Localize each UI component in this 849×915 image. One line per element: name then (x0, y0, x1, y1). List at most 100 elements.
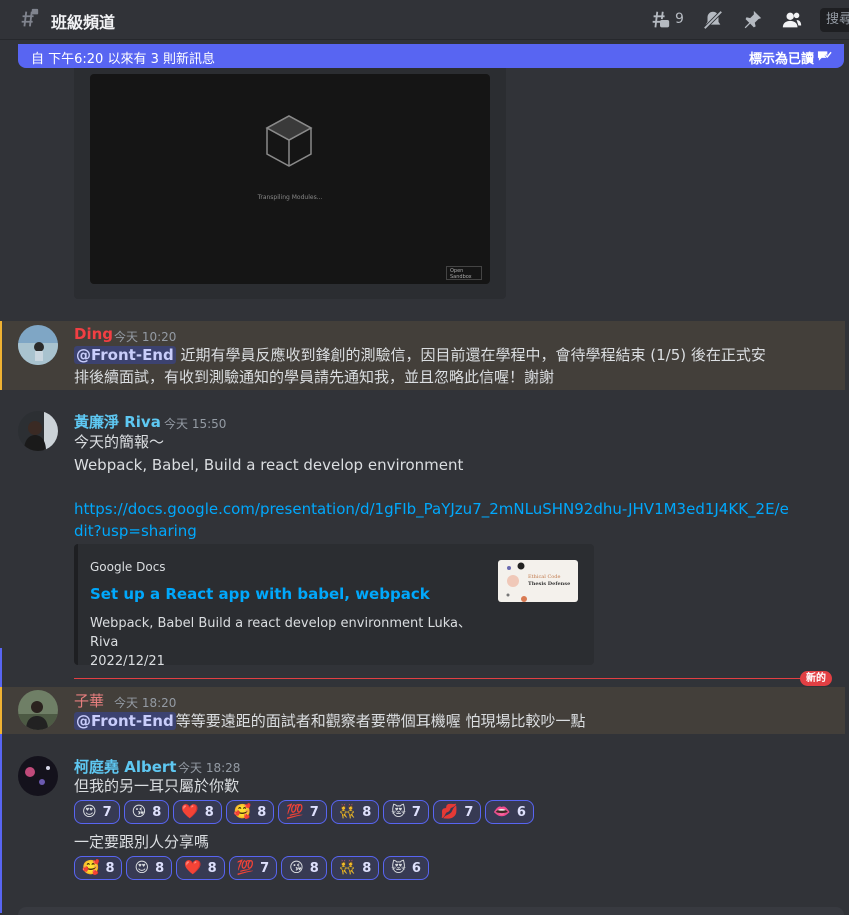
reaction-bar: 🥰 8 😍 8 ❤️ 8 💯 7 😘 8 👯 8 😻 6 (74, 856, 429, 882)
avatar-image (18, 690, 58, 730)
thread-count: 9 (675, 11, 684, 27)
message-content: 一定要跟別人分享嗎 (74, 833, 210, 851)
embed-description-line: 2022/12/21 (90, 654, 165, 669)
reaction-kissing-face[interactable]: 😘 8 (123, 800, 170, 824)
reaction-dancers[interactable]: 👯 8 (330, 856, 380, 880)
mention[interactable]: @Front-End (74, 712, 176, 730)
mute-bell-icon[interactable] (702, 9, 724, 31)
message-content: Webpack, Babel, Build a react develop en… (74, 456, 464, 474)
new-messages-divider (74, 678, 828, 679)
username[interactable]: 子華 (74, 690, 104, 711)
message-content: 近期有學員反應收到鋒創的測驗信，因目前還在學程中，會待學程結束 (1/5) 後在… (180, 346, 766, 364)
pin-icon[interactable] (741, 9, 763, 31)
hundred-emoji-icon: 💯 (236, 860, 255, 876)
mark-read-icon[interactable] (817, 49, 832, 63)
reaction-hundred[interactable]: 💯 7 (228, 856, 278, 880)
sandbox-embed: Transpiling Modules... Open Sandbox (74, 68, 506, 299)
message-content: 排後續面試，有收到測驗通知的學員請先通知我，並且忽略此信喔！謝謝 (74, 368, 555, 386)
message-input-bar[interactable] (18, 907, 844, 915)
thumbnail-title: Ethical Code (528, 574, 561, 580)
avatar[interactable] (18, 411, 58, 451)
reaction-count: 8 (105, 860, 115, 876)
kiss-mark-emoji-icon: 💋 (440, 804, 459, 820)
members-icon[interactable] (780, 9, 804, 31)
reaction-bar: 😍 7 😘 8 ❤️ 8 🥰 8 💯 7 👯 8 😻 7 💋 7 👄 6 (74, 800, 534, 826)
lips-emoji-icon: 👄 (493, 804, 511, 820)
channel-title: 班級頻道 (51, 13, 116, 32)
reaction-heart-eyes-cat[interactable]: 😻 7 (383, 800, 429, 824)
mention[interactable]: @Front-End (74, 346, 176, 364)
reaction-lips[interactable]: 👄 6 (485, 800, 534, 824)
username[interactable]: Ding (74, 325, 113, 343)
timestamp: 今天 18:20 (114, 696, 177, 710)
mark-as-read-button[interactable]: 標示為已讀 (749, 48, 814, 67)
heart-eyes-cat-emoji-icon: 😻 (391, 804, 406, 820)
reaction-heart-eyes-cat[interactable]: 😻 6 (383, 856, 429, 880)
avatar[interactable] (18, 690, 58, 730)
reaction-count: 8 (207, 860, 217, 876)
smiling-hearts-emoji-icon: 🥰 (82, 860, 100, 876)
embed-description-line: Webpack, Babel Build a react develop env… (90, 616, 471, 650)
reaction-red-heart[interactable]: ❤️ 8 (173, 800, 222, 824)
reaction-count: 8 (204, 804, 214, 820)
red-heart-emoji-icon: ❤️ (184, 860, 202, 876)
hashtag-lock-icon (21, 8, 39, 27)
timestamp: 今天 15:50 (164, 417, 227, 431)
reaction-count: 7 (309, 804, 319, 820)
message-text-line: @Front-End 近期有學員反應收到鋒創的測驗信，因目前還在學程中，會待學程… (74, 344, 766, 366)
reaction-heart-eyes[interactable]: 😍 8 (126, 856, 173, 880)
channel-header: 班級頻道 9 搜尋 (0, 0, 849, 40)
reaction-count: 7 (260, 860, 270, 876)
threads-icon[interactable] (648, 9, 672, 31)
new-messages-bar[interactable]: 自 下午6:20 以來有 3 則新訊息 標示為已讀 (18, 44, 844, 68)
avatar-image (18, 411, 58, 451)
message-content: 但我的另一耳只屬於你歎 (74, 777, 240, 795)
reaction-count: 6 (516, 804, 526, 820)
heart-eyes-cat-emoji-icon: 😻 (391, 860, 406, 876)
reaction-kiss-mark[interactable]: 💋 7 (432, 800, 482, 824)
kissing-face-emoji-icon: 😘 (289, 860, 304, 876)
avatar[interactable] (18, 325, 58, 365)
reaction-count: 8 (152, 804, 162, 820)
loading-text: Transpiling Modules... (257, 194, 323, 201)
username[interactable]: 柯庭堯 Albert (74, 756, 176, 777)
message-text-line: @Front-End 等等要遠距的面試者和觀察者要帶個耳機喔 怕現場比較吵一點 (74, 710, 586, 732)
embed-thumbnail[interactable]: Ethical Code Thesis Defense (498, 560, 578, 602)
reaction-dancers[interactable]: 👯 8 (330, 800, 380, 824)
smiling-hearts-emoji-icon: 🥰 (233, 804, 252, 820)
search-input[interactable]: 搜尋 (820, 8, 849, 32)
sandbox-preview[interactable]: Transpiling Modules... Open Sandbox (90, 74, 490, 284)
open-sandbox-button[interactable]: Open Sandbox (446, 266, 482, 280)
embed-provider[interactable]: Google Docs (90, 560, 166, 574)
reaction-count: 8 (362, 860, 372, 876)
thumbnail-subtitle: Thesis Defense (528, 581, 571, 587)
message-content: 今天的簡報～ (74, 433, 165, 451)
reaction-count: 7 (464, 804, 474, 820)
reaction-kissing-face[interactable]: 😘 8 (281, 856, 327, 880)
new-badge: 新的 (800, 671, 832, 686)
message-link[interactable]: https://docs.google.com/presentation/d/1… (74, 498, 794, 542)
red-heart-emoji-icon: ❤️ (181, 804, 199, 820)
reaction-count: 8 (257, 804, 267, 820)
message-content: 等等要遠距的面試者和觀察者要帶個耳機喔 怕現場比較吵一點 (175, 712, 586, 730)
username[interactable]: 黃廉淨 Riva (74, 411, 161, 432)
embed-description: Webpack, Babel Build a react develop env… (90, 614, 490, 671)
dancers-emoji-icon: 👯 (338, 804, 357, 820)
reaction-count: 8 (155, 860, 165, 876)
dancers-emoji-icon: 👯 (338, 860, 357, 876)
reaction-count: 6 (411, 860, 421, 876)
heart-eyes-emoji-icon: 😍 (82, 804, 97, 820)
avatar[interactable] (18, 756, 58, 796)
new-messages-text: 自 下午6:20 以來有 3 則新訊息 (31, 52, 215, 67)
reaction-hundred[interactable]: 💯 7 (278, 800, 327, 824)
hundred-emoji-icon: 💯 (286, 804, 304, 820)
reaction-smiling-hearts[interactable]: 🥰 8 (225, 800, 275, 824)
avatar-image (18, 325, 58, 365)
reaction-smiling-hearts[interactable]: 🥰 8 (74, 856, 123, 880)
reaction-red-heart[interactable]: ❤️ 8 (176, 856, 225, 880)
link-embed-card: Google Docs Set up a React app with babe… (74, 544, 594, 669)
avatar-image (18, 756, 58, 796)
cube-icon (265, 115, 313, 167)
reaction-heart-eyes[interactable]: 😍 7 (74, 800, 120, 824)
embed-title[interactable]: Set up a React app with babel, webpack (90, 585, 430, 603)
